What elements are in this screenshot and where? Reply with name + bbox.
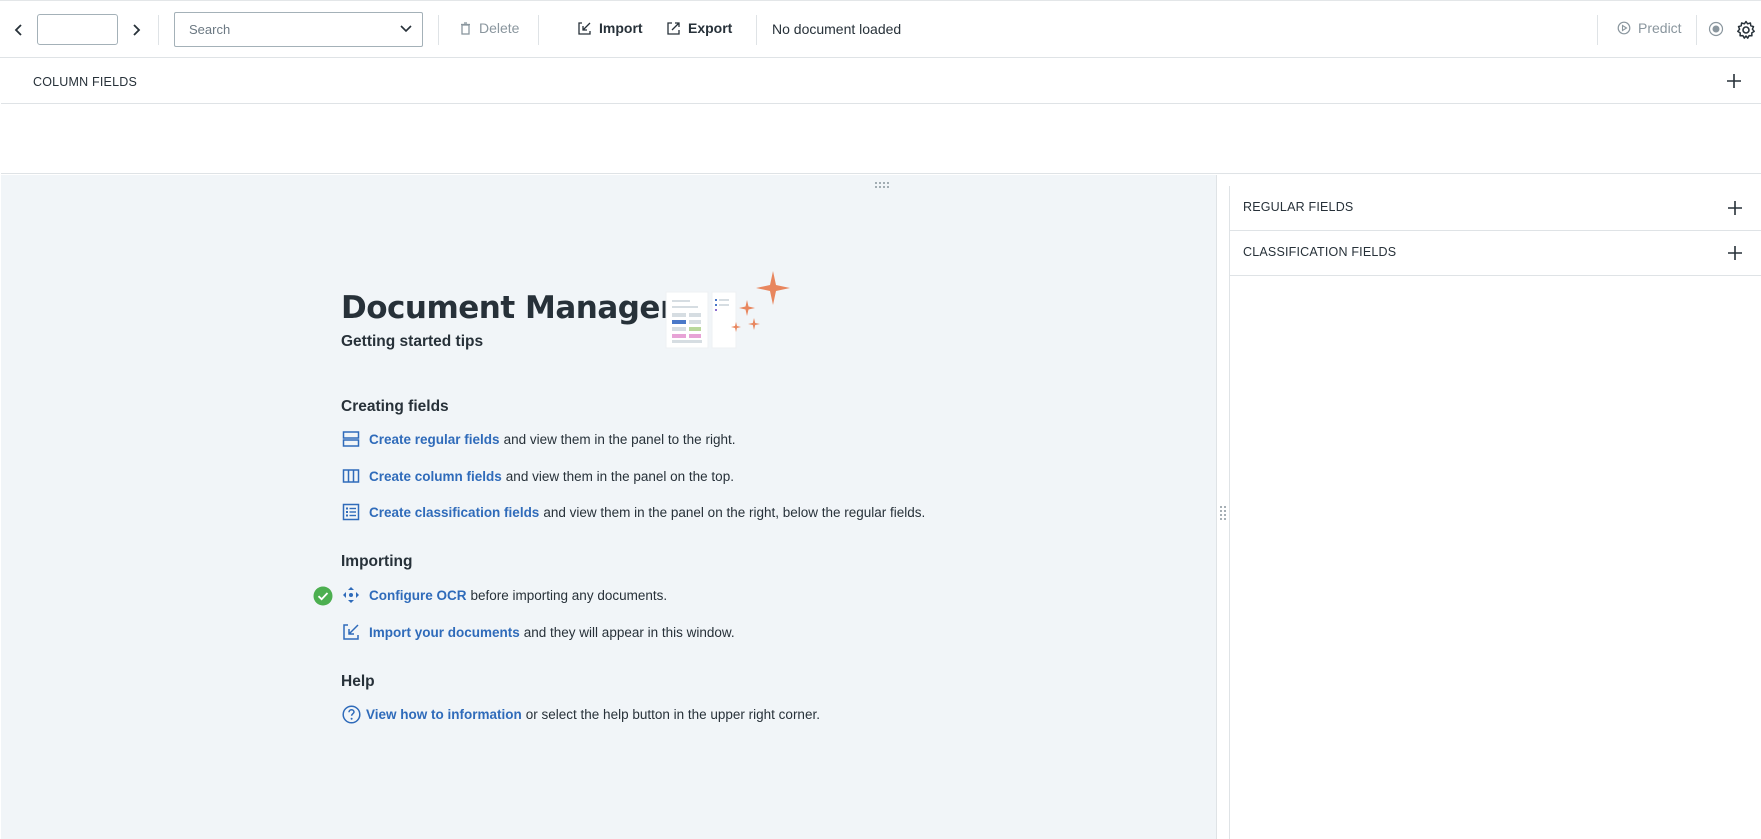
fields-panel: REGULAR FIELDS CLASSIFICATION FIELDS (1229, 186, 1761, 839)
toolbar-divider (1696, 15, 1697, 45)
check-circle-icon (313, 586, 333, 606)
create-classification-fields-link[interactable]: Create classification fields (369, 505, 539, 520)
search-dropdown[interactable]: Search (174, 12, 423, 47)
toolbar: Search Delete Import Export No document … (0, 0, 1761, 58)
export-button[interactable]: Export (667, 20, 732, 36)
export-icon (667, 21, 680, 35)
predict-button[interactable]: Predict (1617, 20, 1682, 36)
toolbar-divider (158, 15, 159, 45)
tip-help: View how to information or select the he… (341, 704, 820, 724)
import-label: Import (599, 20, 643, 36)
column-fields-area (1, 104, 1761, 174)
welcome-title: Document Manager (341, 290, 675, 326)
vertical-resize-handle[interactable] (1219, 505, 1227, 526)
create-regular-fields-link[interactable]: Create regular fields (369, 432, 500, 447)
tip-create-column-fields: Create column fields and view them in th… (341, 466, 734, 486)
add-column-field-button[interactable] (1724, 71, 1744, 91)
tip-create-regular-fields: Create regular fields and view them in t… (341, 429, 735, 449)
drag-dots-icon (875, 182, 889, 188)
classification-fields-header: CLASSIFICATION FIELDS (1230, 231, 1761, 276)
next-page-button[interactable] (128, 21, 144, 39)
classification-fields-icon (341, 502, 361, 522)
search-placeholder: Search (189, 22, 231, 37)
welcome-subtitle: Getting started tips (341, 333, 484, 350)
previous-page-button[interactable] (11, 21, 27, 39)
settings-button[interactable] (1736, 20, 1756, 40)
plus-icon (1728, 246, 1742, 260)
tip-text: and they will appear in this window. (523, 624, 735, 640)
toolbar-divider (756, 15, 757, 45)
add-classification-field-button[interactable] (1725, 243, 1745, 263)
tip-text: before importing any documents. (470, 587, 668, 603)
creating-fields-heading: Creating fields (341, 398, 449, 415)
toolbar-divider (438, 15, 439, 45)
delete-label: Delete (479, 20, 520, 36)
record-button[interactable] (1708, 21, 1724, 37)
regular-fields-label: REGULAR FIELDS (1243, 200, 1354, 214)
configure-ocr-link[interactable]: Configure OCR (369, 588, 467, 603)
add-regular-field-button[interactable] (1725, 198, 1745, 218)
document-sparkle-illustration (665, 271, 790, 349)
record-icon (1708, 21, 1724, 37)
play-circle-icon (1617, 21, 1631, 35)
document-status: No document loaded (772, 21, 902, 37)
tip-text: and view them in the panel on the right,… (543, 504, 926, 520)
help-icon (341, 704, 361, 724)
import-button[interactable]: Import (578, 20, 643, 36)
tip-configure-ocr: Configure OCR before importing any docum… (341, 585, 667, 605)
toolbar-divider (1597, 15, 1598, 45)
chevron-down-icon (400, 25, 412, 33)
create-column-fields-link[interactable]: Create column fields (369, 469, 502, 484)
page-number-input[interactable] (37, 14, 118, 45)
view-how-to-link[interactable]: View how to information (366, 707, 522, 722)
drag-dots-icon (1220, 506, 1226, 520)
horizontal-resize-handle[interactable] (874, 176, 890, 194)
column-fields-header: COLUMN FIELDS (1, 59, 1761, 104)
tip-text: and view them in the panel to the right. (503, 431, 736, 447)
tip-import-documents: Import your documents and they will appe… (341, 622, 735, 642)
toolbar-divider (538, 15, 539, 45)
chevron-left-icon (14, 24, 22, 36)
tip-text: or select the help button in the upper r… (525, 706, 820, 722)
plus-icon (1727, 74, 1741, 88)
importing-heading: Importing (341, 553, 413, 570)
gear-icon (1737, 20, 1755, 39)
regular-fields-header: REGULAR FIELDS (1230, 186, 1761, 231)
ocr-icon (341, 585, 361, 605)
column-fields-label: COLUMN FIELDS (33, 75, 138, 89)
chevron-right-icon (133, 24, 141, 36)
help-heading: Help (341, 673, 375, 690)
tip-text: and view them in the panel on the top. (505, 468, 734, 484)
import-documents-link[interactable]: Import your documents (369, 625, 520, 640)
regular-fields-icon (341, 429, 361, 449)
column-fields-icon (341, 466, 361, 486)
export-label: Export (688, 20, 733, 36)
tip-create-classification-fields: Create classification fields and view th… (341, 502, 925, 522)
import-icon (341, 622, 361, 642)
plus-icon (1728, 201, 1742, 215)
import-icon (578, 21, 591, 35)
classification-fields-label: CLASSIFICATION FIELDS (1243, 245, 1397, 259)
trash-icon (461, 21, 470, 35)
delete-button[interactable]: Delete (460, 20, 519, 36)
predict-label: Predict (1638, 20, 1682, 36)
